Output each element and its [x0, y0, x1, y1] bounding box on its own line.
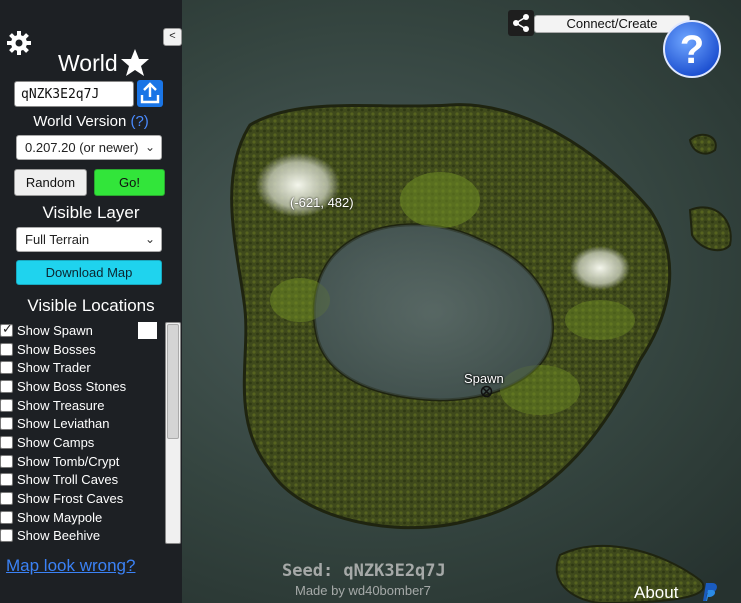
location-row[interactable]: Show Frost Caves [0, 489, 164, 508]
world-version-select[interactable]: 0.207.20 (or newer) ⌄ [16, 135, 162, 160]
location-checkbox[interactable] [0, 510, 13, 524]
location-row[interactable]: Show Troll Caves [0, 471, 164, 490]
location-row[interactable]: Show Boss Stones [0, 377, 164, 396]
location-label: Show Spawn [17, 322, 93, 338]
visible-layer-selected: Full Terrain [25, 232, 90, 247]
upload-icon [140, 82, 160, 104]
about-link[interactable]: About [634, 583, 678, 603]
location-checkbox[interactable] [0, 417, 13, 431]
random-button[interactable]: Random [14, 169, 87, 196]
location-row[interactable]: Show Bosses [0, 340, 164, 359]
location-checkbox[interactable] [0, 492, 13, 506]
world-version-selected: 0.207.20 (or newer) [25, 140, 139, 155]
collapse-sidebar-button[interactable]: < [163, 28, 182, 46]
location-row[interactable]: Show Tomb/Crypt [0, 452, 164, 471]
location-label: Show Troll Caves [17, 472, 119, 488]
world-version-label: World Version (?) [0, 113, 182, 130]
sidebar: < World World Version (?) 0.207.20 (or n… [0, 0, 182, 603]
location-checkbox[interactable] [0, 342, 13, 356]
location-label: Show Camps [17, 434, 95, 450]
star-icon[interactable] [120, 48, 150, 78]
world-title: World [58, 50, 118, 76]
share-icon [513, 14, 529, 32]
chevron-down-icon: ⌄ [144, 140, 155, 154]
location-label: Show Bosses [17, 341, 96, 357]
location-row[interactable]: Show Beehive [0, 527, 164, 543]
spawn-marker-icon[interactable] [480, 385, 493, 398]
locations-list: Show Spawn Show Bosses Show Trader Show Bos… [0, 321, 164, 543]
seed-footer: Seed: qNZK3E2q7J [282, 561, 446, 581]
location-label: Show Maypole [17, 509, 103, 525]
location-row[interactable]: Show Camps [0, 433, 164, 452]
location-row[interactable]: Show Leviathan [0, 414, 164, 433]
app-root: (-621, 482) Spawn Connect/Create ? Seed:… [0, 0, 741, 603]
location-checkbox[interactable] [0, 435, 13, 449]
chevron-down-icon: ⌄ [144, 232, 155, 246]
location-label: Show Frost Caves [17, 491, 124, 507]
location-checkbox[interactable] [0, 379, 13, 393]
location-checkbox[interactable] [0, 398, 13, 412]
location-row[interactable]: Show Spawn [0, 321, 164, 340]
spawn-marker-label: Spawn [464, 371, 504, 386]
visible-layer-select[interactable]: Full Terrain ⌄ [16, 227, 162, 252]
location-row[interactable]: Show Maypole [0, 508, 164, 527]
location-label: Show Boss Stones [17, 378, 127, 394]
made-by-credit: Made by wd40bomber7 [295, 583, 431, 598]
location-checkbox[interactable] [0, 529, 13, 543]
spawn-color-swatch[interactable] [138, 322, 157, 339]
map-look-wrong-link[interactable]: Map look wrong? [6, 556, 135, 576]
paypal-icon[interactable] [697, 581, 719, 603]
locations-scrollbar-thumb[interactable] [167, 324, 179, 439]
seed-input[interactable] [14, 81, 134, 107]
location-label: Show Tomb/Crypt [17, 453, 120, 469]
location-label: Show Beehive [17, 528, 101, 543]
location-checkbox[interactable] [0, 361, 13, 375]
cursor-coordinates: (-621, 482) [290, 195, 354, 210]
visible-locations-heading: Visible Locations [27, 296, 155, 315]
location-checkbox[interactable] [0, 321, 13, 337]
question-mark-icon: ? [663, 20, 721, 78]
location-row[interactable]: Show Trader [0, 358, 164, 377]
help-button[interactable]: ? [662, 19, 724, 80]
svg-text:?: ? [680, 28, 704, 72]
share-seed-button[interactable] [137, 80, 163, 107]
go-button[interactable]: Go! [94, 169, 165, 196]
world-version-help-link[interactable]: (?) [130, 113, 148, 130]
location-checkbox[interactable] [0, 473, 13, 487]
share-button[interactable] [508, 10, 534, 36]
location-label: Show Trader [17, 360, 91, 376]
location-label: Show Leviathan [17, 416, 110, 432]
location-row[interactable]: Show Treasure [0, 396, 164, 415]
gear-icon[interactable] [6, 30, 32, 56]
world-version-text: World Version [33, 113, 127, 130]
location-label: Show Treasure [17, 397, 105, 413]
location-checkbox[interactable] [0, 454, 13, 468]
download-map-button[interactable]: Download Map [16, 260, 162, 285]
locations-scrollbar[interactable] [165, 322, 181, 544]
visible-layer-heading: Visible Layer [42, 203, 140, 222]
